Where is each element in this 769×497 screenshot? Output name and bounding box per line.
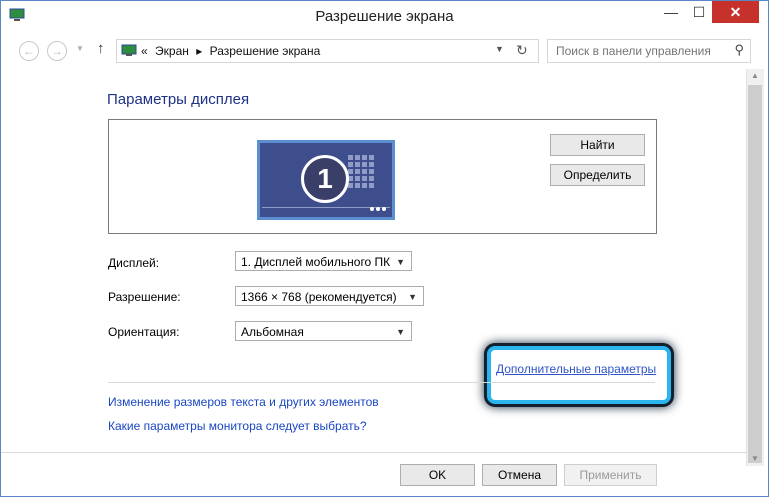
close-button[interactable]: ✕: [712, 1, 759, 23]
navigation-bar: ← → ▼ ↑ « Экран ▸ Разрешение экрана ▼ ↻ …: [1, 31, 768, 69]
refresh-icon[interactable]: ↻: [516, 42, 528, 59]
monitor-number-badge: 1: [301, 155, 349, 203]
orientation-select-value: Альбомная: [241, 325, 304, 339]
screen-resolution-window: Разрешение экрана — ☐ ✕ ← → ▼ ↑ « Экран …: [0, 0, 769, 497]
chevron-down-icon: ▼: [408, 292, 417, 302]
control-panel-icon: [121, 44, 137, 56]
find-button[interactable]: Найти: [550, 134, 645, 156]
monitor-dots-graphic: [368, 200, 386, 214]
resolution-label: Разрешение:: [108, 290, 181, 304]
search-icon[interactable]: ⚲: [734, 42, 744, 58]
search-box[interactable]: ⚲: [547, 39, 751, 63]
breadcrumb-item-screen-resolution[interactable]: Разрешение экрана: [210, 44, 321, 58]
vertical-scrollbar[interactable]: ▲ ▼: [746, 69, 764, 466]
forward-button[interactable]: →: [47, 41, 67, 61]
chevron-down-icon: ▼: [396, 257, 405, 267]
title-bar: Разрешение экрана — ☐ ✕: [1, 1, 768, 31]
address-bar[interactable]: « Экран ▸ Разрешение экрана ▼ ↻: [116, 39, 539, 63]
back-button[interactable]: ←: [19, 41, 39, 61]
orientation-select[interactable]: Альбомная ▼: [235, 321, 412, 341]
apply-button[interactable]: Применить: [564, 464, 657, 486]
display-select[interactable]: 1. Дисплей мобильного ПК ▼: [235, 251, 412, 271]
display-1-monitor-icon[interactable]: 1: [257, 140, 395, 220]
section-divider: [108, 382, 655, 383]
scroll-up-arrow-icon[interactable]: ▲: [751, 71, 759, 80]
resolution-select[interactable]: 1366 × 768 (рекомендуется) ▼: [235, 286, 424, 306]
scroll-down-arrow-icon[interactable]: ▼: [751, 454, 759, 463]
dialog-footer: OK Отмена Применить: [1, 452, 746, 496]
identify-button[interactable]: Определить: [550, 164, 645, 186]
page-title: Параметры дисплея: [107, 91, 250, 108]
monitor-tiles-graphic: [348, 155, 378, 195]
monitor-settings-help-link[interactable]: Какие параметры монитора следует выбрать…: [108, 419, 367, 433]
display-select-value: 1. Дисплей мобильного ПК: [241, 255, 391, 269]
maximize-button[interactable]: ☐: [685, 1, 713, 23]
breadcrumb: « Экран ▸ Разрешение экрана: [141, 44, 324, 58]
breadcrumb-item-screen[interactable]: Экран: [155, 44, 189, 58]
display-label: Дисплей:: [108, 256, 160, 270]
chevron-down-icon: ▼: [396, 327, 405, 337]
cancel-button[interactable]: Отмена: [482, 464, 557, 486]
recent-pages-chevron-down-icon[interactable]: ▼: [76, 44, 84, 53]
breadcrumb-overflow-chevron[interactable]: «: [141, 44, 148, 58]
display-preview-panel: 1 Найти Определить: [108, 119, 657, 234]
resolution-select-value: 1366 × 768 (рекомендуется): [241, 290, 397, 304]
text-size-link[interactable]: Изменение размеров текста и других элеме…: [108, 395, 379, 409]
orientation-label: Ориентация:: [108, 325, 180, 339]
breadcrumb-separator-icon[interactable]: ▸: [196, 44, 202, 58]
advanced-settings-link[interactable]: Дополнительные параметры: [496, 362, 656, 376]
up-button[interactable]: ↑: [97, 40, 105, 57]
window-title: Разрешение экрана: [315, 8, 454, 25]
minimize-button[interactable]: —: [657, 1, 685, 23]
ok-button[interactable]: OK: [400, 464, 475, 486]
address-history-chevron-down-icon[interactable]: ▼: [495, 44, 504, 54]
search-input[interactable]: [554, 43, 723, 59]
scroll-thumb[interactable]: [748, 85, 762, 463]
